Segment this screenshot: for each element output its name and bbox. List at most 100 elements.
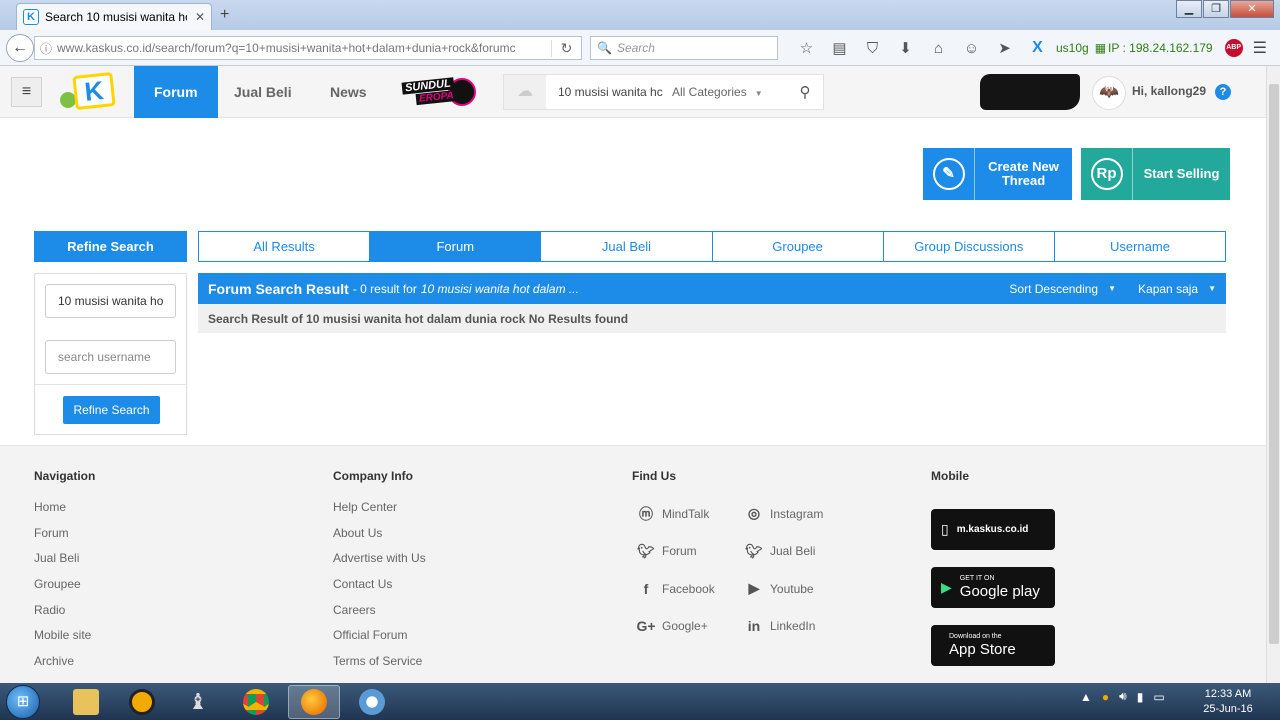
footer-link-official-forum[interactable]: Official Forum xyxy=(333,627,426,653)
footer-link-jual-beli[interactable]: Jual Beli xyxy=(34,550,95,576)
download-icon[interactable]: ⬇ xyxy=(889,39,922,57)
sundul-eropa-banner[interactable]: SUNDUL EROPA xyxy=(398,74,478,110)
social-linkedin[interactable]: in LinkedIn xyxy=(740,608,848,646)
google-play-badge[interactable]: ▶ GET IT ON Google play xyxy=(931,567,1055,608)
tab-title: Search 10 musisi wanita ho... xyxy=(45,10,187,24)
browser-menu-icon[interactable]: ☰ xyxy=(1253,38,1267,58)
footer-link-home[interactable]: Home xyxy=(34,499,95,525)
refine-search-heading: Refine Search xyxy=(34,231,187,262)
tab-forum[interactable]: Forum xyxy=(369,232,541,261)
minimize-button[interactable]: ▁ xyxy=(1176,0,1202,18)
footer-link-help-center[interactable]: Help Center xyxy=(333,499,426,525)
footer-link-about-us[interactable]: About Us xyxy=(333,525,426,551)
refine-query-input[interactable]: 10 musisi wanita ho xyxy=(45,284,176,318)
tab-groupee[interactable]: Groupee xyxy=(711,232,883,261)
reload-icon[interactable]: ↻ xyxy=(551,39,581,57)
header-search-input[interactable]: 10 musisi wanita hc xyxy=(546,75,664,109)
social-instagram[interactable]: ◎ Instagram xyxy=(740,495,848,533)
chromium-taskbar-icon[interactable] xyxy=(346,685,398,719)
browser-search-input[interactable]: 🔍 Search xyxy=(590,36,778,60)
tab-group-discussions[interactable]: Group Discussions xyxy=(882,232,1054,261)
social-twitter-forum[interactable]: 🐦︎ Forum xyxy=(632,533,740,571)
home-icon[interactable]: ⌂ xyxy=(922,40,955,57)
refine-search-button[interactable]: Refine Search xyxy=(63,396,160,424)
chat-icon[interactable]: ☺ xyxy=(955,40,988,57)
send-icon[interactable]: ➤ xyxy=(988,39,1021,57)
url-text[interactable]: www.kaskus.co.id/search/forum?q=10+musis… xyxy=(57,41,543,55)
divider xyxy=(35,384,186,385)
nav-jual-beli[interactable]: Jual Beli xyxy=(234,66,292,118)
hamburger-menu-icon[interactable]: ≡ xyxy=(11,77,42,107)
explorer-taskbar-icon[interactable] xyxy=(60,685,112,719)
extension-x-icon[interactable]: X xyxy=(1021,39,1054,57)
tray-app-icon[interactable]: ● xyxy=(1102,690,1109,704)
nav-news[interactable]: News xyxy=(330,66,367,118)
scrollbar-thumb[interactable] xyxy=(1269,84,1279,644)
avatar[interactable]: 🦇 xyxy=(1092,76,1126,110)
battery-icon[interactable]: ▭ xyxy=(1153,690,1164,704)
footer-link-terms[interactable]: Terms of Service xyxy=(333,653,426,679)
bookmark-star-icon[interactable]: ☆ xyxy=(790,39,823,57)
social-mindtalk[interactable]: ⓜ MindTalk xyxy=(632,495,740,533)
create-thread-button[interactable]: ✎ Create New Thread xyxy=(923,148,1072,200)
volume-icon[interactable]: 🔊︎ xyxy=(1119,689,1127,704)
footer-link-archive[interactable]: Archive xyxy=(34,653,95,679)
windows-start-icon[interactable]: ⊞ xyxy=(6,685,40,719)
app-store-badge[interactable]: Download on the App Store xyxy=(931,625,1055,666)
extension-ip[interactable]: IP : 198.24.162.179 xyxy=(1108,41,1213,55)
social-googleplus[interactable]: G+ Google+ xyxy=(632,608,740,646)
info-icon[interactable]: ⓘ xyxy=(35,40,57,57)
time-filter-dropdown[interactable]: Kapan saja ▼ xyxy=(1138,282,1216,296)
footer: Navigation Home Forum Jual Beli Groupee … xyxy=(0,445,1266,683)
kaskus-logo[interactable]: K xyxy=(60,72,124,112)
chevron-down-icon: ▼ xyxy=(1108,284,1117,293)
category-select[interactable]: All Categories ▼ xyxy=(664,85,774,99)
back-arrow-icon[interactable]: ← xyxy=(6,34,34,62)
footer-link-careers[interactable]: Careers xyxy=(333,602,426,628)
taskbar-clock[interactable]: 12:33 AM 25-Jun-16 xyxy=(1196,687,1260,717)
tray-expand-icon[interactable]: ▲ xyxy=(1080,690,1092,704)
mindtalk-icon: ⓜ xyxy=(639,505,653,522)
network-icon[interactable]: ▮ xyxy=(1137,690,1144,704)
username-search-input[interactable]: search username xyxy=(45,340,176,374)
tab-all-results[interactable]: All Results xyxy=(199,232,370,261)
tab-jual-beli[interactable]: Jual Beli xyxy=(540,232,712,261)
chess-taskbar-icon[interactable]: ♝ xyxy=(172,685,224,719)
tab-username[interactable]: Username xyxy=(1053,232,1226,261)
help-icon[interactable]: ? xyxy=(1215,84,1231,100)
firefox-taskbar-icon[interactable] xyxy=(288,685,340,719)
maximize-button[interactable]: ❐ xyxy=(1203,0,1229,18)
social-youtube[interactable]: ▶ Youtube xyxy=(740,570,848,608)
kaskus-k-icon: K xyxy=(72,72,116,110)
browser-tab[interactable]: K Search 10 musisi wanita ho... ✕ xyxy=(16,3,212,30)
extension-user[interactable]: us10g xyxy=(1056,41,1089,55)
tab-close-icon[interactable]: ✕ xyxy=(195,10,205,24)
footer-link-radio[interactable]: Radio xyxy=(34,602,95,628)
nav-forum[interactable]: Forum xyxy=(134,66,218,118)
start-selling-button[interactable]: Rp Start Selling xyxy=(1081,148,1230,200)
adblock-icon[interactable]: ABP xyxy=(1224,39,1243,57)
close-window-button[interactable]: ✕ xyxy=(1230,0,1274,18)
mobile-site-badge[interactable]: ▯ m.kaskus.co.id xyxy=(931,509,1055,550)
chrome-taskbar-icon[interactable] xyxy=(230,685,282,719)
social-facebook[interactable]: f Facebook xyxy=(632,570,740,608)
footer-find-us: Find Us ⓜ MindTalk ◎ Instagram 🐦︎ Forum 🐦︎ J… xyxy=(632,469,848,645)
footer-link-mobile-site[interactable]: Mobile site xyxy=(34,627,95,653)
search-submit-icon[interactable]: ⚲ xyxy=(787,83,823,101)
reading-list-icon[interactable]: ▤ xyxy=(823,39,856,57)
footer-link-contact-us[interactable]: Contact Us xyxy=(333,576,426,602)
system-tray: ▲ ● 🔊︎ ▮ ▭ xyxy=(1080,689,1175,704)
social-twitter-jual-beli[interactable]: 🐦︎ Jual Beli xyxy=(740,533,848,571)
app-a-taskbar-icon[interactable] xyxy=(116,685,168,719)
windows-taskbar: ⊞ ♝ ▲ ● 🔊︎ ▮ ▭ 12:33 AM 25-Jun-16 xyxy=(0,683,1280,720)
footer-link-groupee[interactable]: Groupee xyxy=(34,576,95,602)
footer-mobile: Mobile ▯ m.kaskus.co.id ▶ GET IT ON Googl… xyxy=(931,469,1055,683)
pocket-icon[interactable]: ⛉ xyxy=(856,40,889,57)
footer-link-advertise[interactable]: Advertise with Us xyxy=(333,550,426,576)
footer-link-forum[interactable]: Forum xyxy=(34,525,95,551)
new-tab-button[interactable]: + xyxy=(220,6,229,24)
url-bar[interactable]: ⓘ www.kaskus.co.id/search/forum?q=10+mus… xyxy=(34,36,582,60)
user-greeting[interactable]: Hi, kallong29 xyxy=(1132,84,1206,98)
page-scrollbar[interactable] xyxy=(1266,66,1280,683)
sort-dropdown[interactable]: Sort Descending ▼ xyxy=(1009,282,1116,296)
